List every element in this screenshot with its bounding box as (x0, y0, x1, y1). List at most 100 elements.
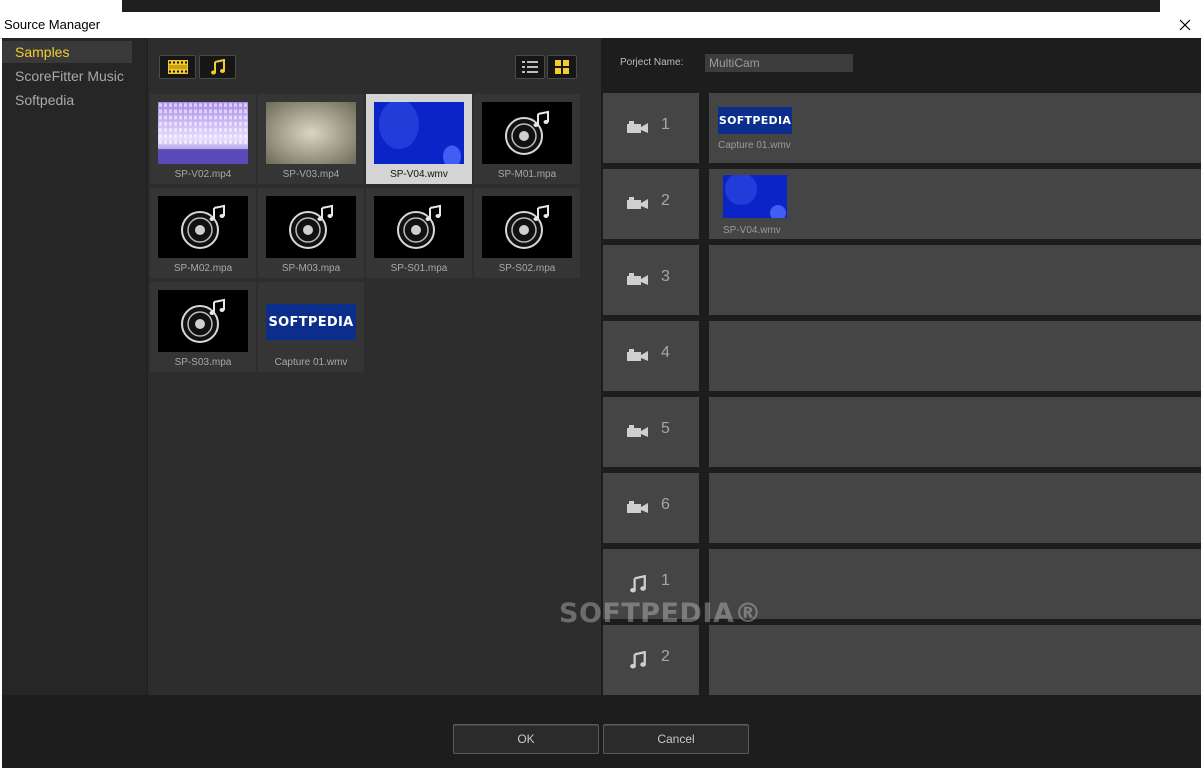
track-number: 3 (661, 268, 670, 285)
music-note-icon (627, 649, 649, 671)
clip-label: SP-V04.wmv (723, 225, 781, 236)
media-item-label: SP-V02.mp4 (174, 169, 232, 180)
track-number: 6 (661, 496, 670, 513)
audio-disc-icon (289, 204, 333, 249)
media-item-label: SP-M02.mpa (173, 263, 233, 274)
multicam-panel: Porject Name: 1 SOFTPEDIA Capture 01.wmv (602, 38, 1201, 695)
sidebar-item-softpedia[interactable]: Softpedia (2, 89, 132, 111)
video-thumbnail (158, 102, 248, 164)
media-item[interactable]: SP-M02.mpa (150, 188, 256, 278)
track-number: 2 (661, 192, 670, 209)
close-button[interactable] (1168, 12, 1202, 38)
track-body[interactable] (709, 397, 1201, 467)
track-clip[interactable]: SP-V04.wmv (723, 173, 803, 236)
grid-view-icon (555, 60, 569, 74)
track-header: 3 (603, 245, 699, 315)
music-note-icon (627, 573, 649, 595)
track-header: 5 (603, 397, 699, 467)
music-note-icon (210, 59, 225, 75)
project-name-label: Porject Name: (620, 57, 684, 68)
audio-thumbnail (158, 290, 248, 352)
audio-disc-icon (397, 204, 441, 249)
sidebar-item-scorefitter-music[interactable]: ScoreFitter Music (2, 65, 132, 87)
track-header: 1 (603, 93, 699, 163)
track-body[interactable] (709, 625, 1201, 695)
camera-track-5[interactable]: 5 (602, 397, 1201, 467)
softpedia-watermark: SOFTPEDIA® (559, 598, 762, 629)
media-item[interactable]: SP-S01.mpa (366, 188, 472, 278)
camera-icon (627, 345, 649, 367)
film-strip-icon (167, 60, 188, 74)
cancel-button[interactable]: Cancel (603, 724, 749, 754)
media-item[interactable]: SP-V03.mp4 (258, 94, 364, 184)
track-number: 5 (661, 420, 670, 437)
title-bar: Source Manager (0, 12, 1202, 39)
video-thumbnail (723, 173, 787, 221)
grid-view-button[interactable] (547, 55, 577, 79)
media-item-label: SP-M01.mpa (497, 169, 557, 180)
media-item[interactable]: SP-V02.mp4 (150, 94, 256, 184)
media-item[interactable]: SP-M03.mpa (258, 188, 364, 278)
sidebar-item-samples[interactable]: Samples (2, 41, 132, 63)
track-header: 2 (603, 625, 699, 695)
audio-thumbnail (266, 196, 356, 258)
audio-thumbnail (482, 102, 572, 164)
media-item[interactable]: SOFTPEDIA Capture 01.wmv (258, 282, 364, 372)
track-body[interactable] (709, 321, 1201, 391)
camera-icon (627, 421, 649, 443)
audio-disc-icon (505, 204, 549, 249)
camera-icon (627, 497, 649, 519)
media-item-label: Capture 01.wmv (274, 357, 348, 368)
media-item-selected[interactable]: SP-V04.wmv (366, 94, 472, 184)
track-body[interactable] (709, 473, 1201, 543)
source-sidebar: Samples ScoreFitter Music Softpedia (2, 38, 147, 695)
clip-label: Capture 01.wmv (718, 140, 791, 151)
softpedia-logo-text: SOFTPEDIA (268, 314, 354, 330)
audio-track-2[interactable]: 2 (602, 625, 1201, 695)
track-clip[interactable]: SOFTPEDIA Capture 01.wmv (718, 107, 798, 151)
camera-icon (627, 117, 649, 139)
project-name-input[interactable] (705, 54, 853, 72)
softpedia-logo-thumbnail: SOFTPEDIA (718, 107, 792, 134)
audio-thumbnail (374, 196, 464, 258)
camera-track-3[interactable]: 3 (602, 245, 1201, 315)
camera-track-4[interactable]: 4 (602, 321, 1201, 391)
audio-thumbnail (482, 196, 572, 258)
dialog-client: Samples ScoreFitter Music Softpedia SP-V… (2, 38, 1201, 768)
media-item-label: SP-V04.wmv (390, 169, 448, 180)
close-icon (1179, 19, 1191, 31)
media-item-label: SP-S03.mpa (174, 357, 232, 368)
media-item[interactable]: SP-S02.mpa (474, 188, 580, 278)
media-item[interactable]: SP-S03.mpa (150, 282, 256, 372)
audio-thumbnail (158, 196, 248, 258)
track-body[interactable]: SOFTPEDIA Capture 01.wmv (709, 93, 1201, 163)
media-item[interactable]: SP-M01.mpa (474, 94, 580, 184)
camera-icon (627, 193, 649, 215)
camera-track-1[interactable]: 1 SOFTPEDIA Capture 01.wmv (602, 93, 1201, 163)
track-body[interactable]: SP-V04.wmv (709, 169, 1201, 239)
window-title: Source Manager (4, 17, 101, 32)
softpedia-logo-text: SOFTPEDIA (718, 114, 792, 127)
ok-button[interactable]: OK (453, 724, 599, 754)
media-item-label: SP-M03.mpa (281, 263, 341, 274)
list-view-button[interactable] (515, 55, 545, 79)
track-header: 2 (603, 169, 699, 239)
track-number: 1 (661, 572, 670, 589)
media-item-label: SP-V03.mp4 (282, 169, 340, 180)
track-body[interactable] (709, 549, 1201, 619)
track-header: 4 (603, 321, 699, 391)
camera-track-6[interactable]: 6 (602, 473, 1201, 543)
track-number: 4 (661, 344, 670, 361)
camera-track-2[interactable]: 2 SP-V04.wmv (602, 169, 1201, 239)
media-item-label: SP-S01.mpa (390, 263, 448, 274)
audio-filter-button[interactable] (199, 55, 236, 79)
video-filter-button[interactable] (159, 55, 196, 79)
track-number: 2 (661, 648, 670, 665)
audio-disc-icon (181, 298, 225, 343)
softpedia-logo-thumbnail: SOFTPEDIA (266, 304, 356, 340)
track-body[interactable] (709, 245, 1201, 315)
audio-disc-icon (181, 204, 225, 249)
track-number: 1 (661, 116, 670, 133)
background-window-strip (122, 0, 1160, 12)
audio-disc-icon (505, 110, 549, 155)
